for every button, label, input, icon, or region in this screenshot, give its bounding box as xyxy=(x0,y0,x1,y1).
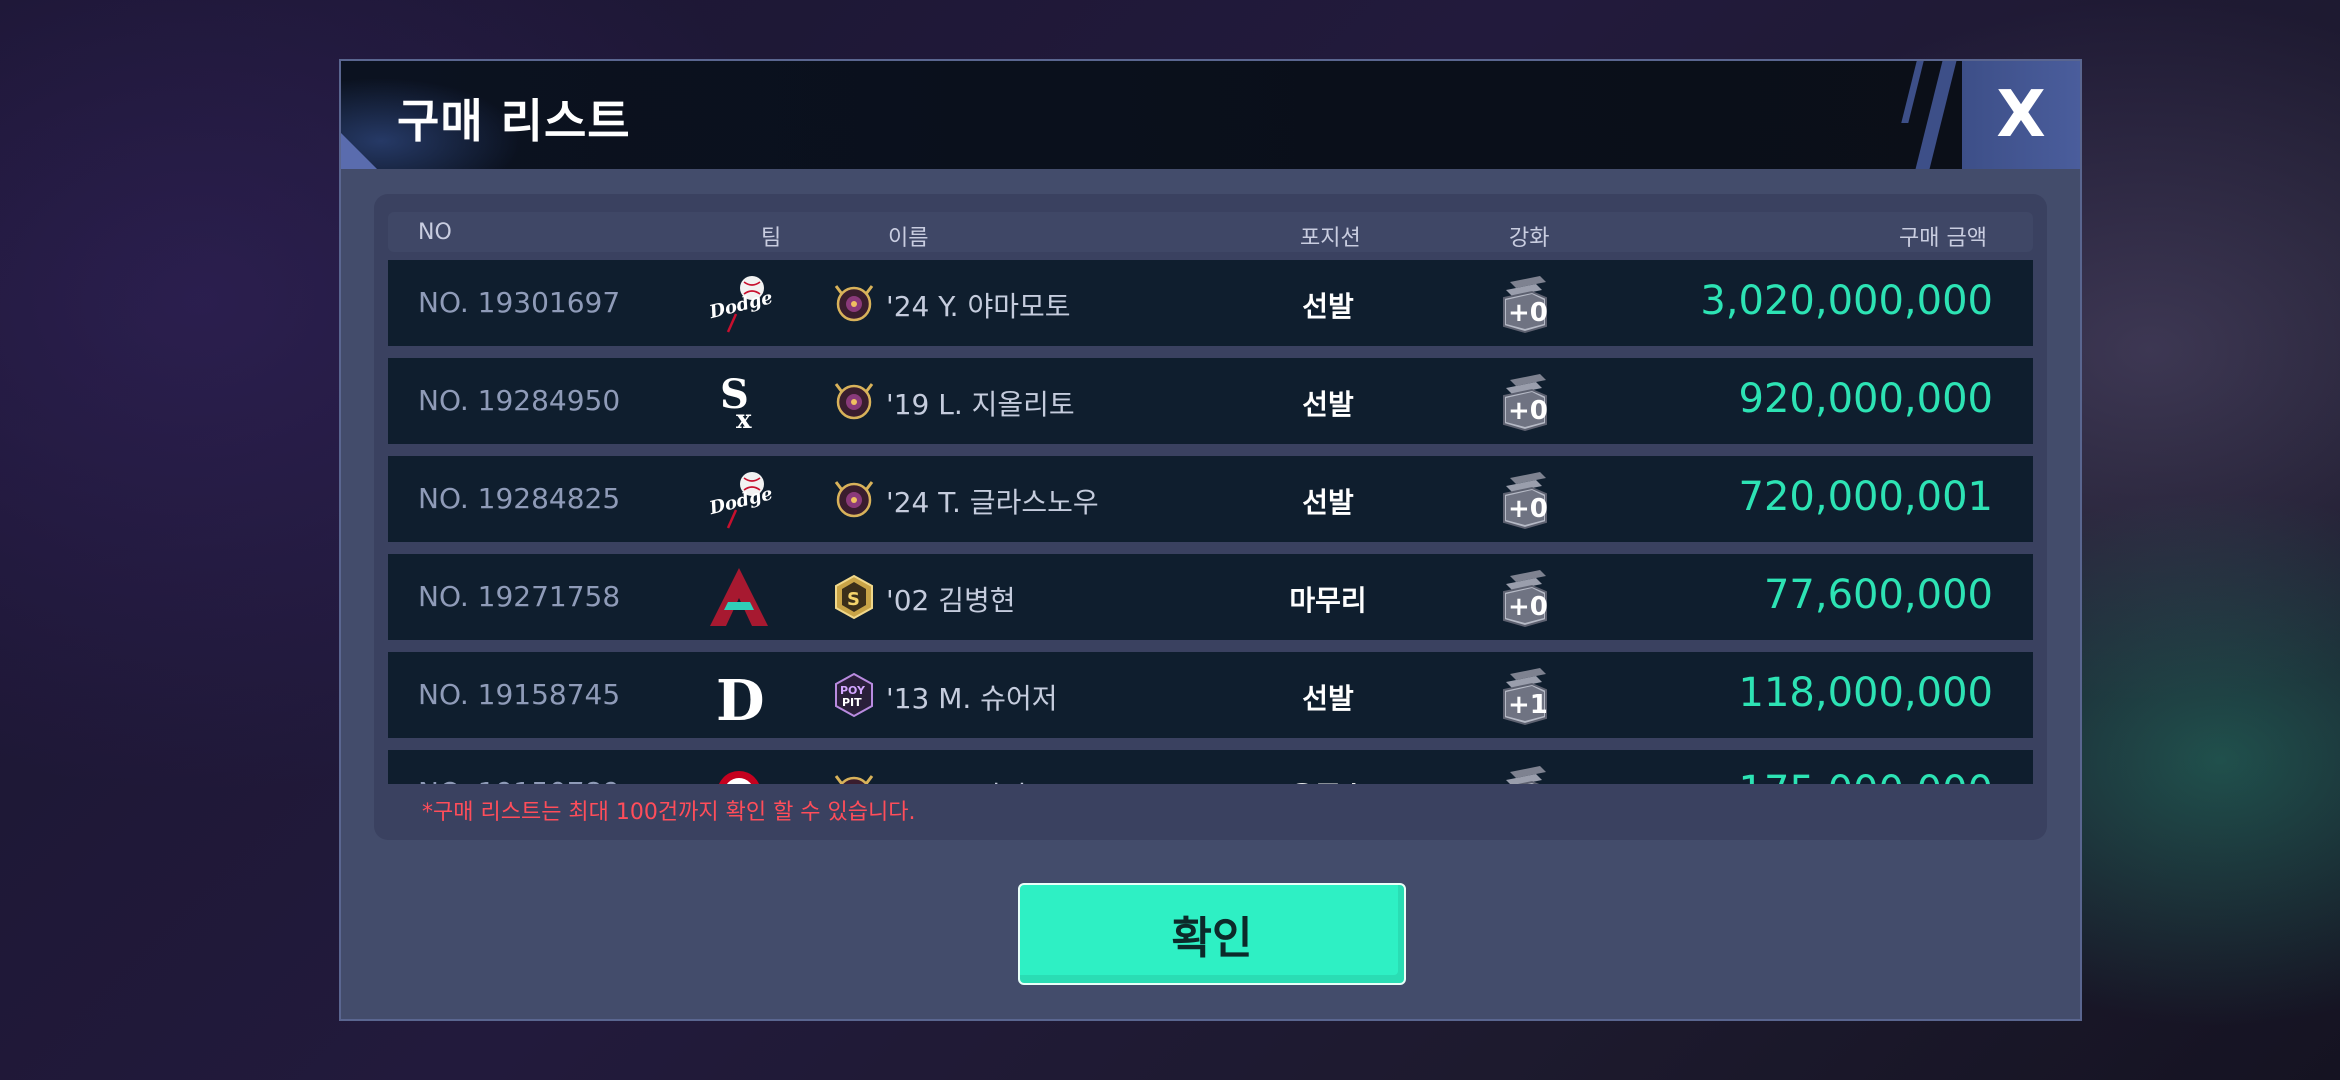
player-name: '24 Y. 야마모토 xyxy=(886,290,1071,323)
poy-pit-badge-icon: POY PIT xyxy=(832,672,876,718)
dialog-header: 구매 리스트 X xyxy=(341,61,2080,169)
enhance-level: +0 xyxy=(1508,494,1548,524)
svg-text:Dodgers: Dodgers xyxy=(706,478,772,519)
reds-logo-icon: C xyxy=(706,760,772,784)
purchase-list-panel: NO 팀 이름 포지션 강화 구매 금액 NO. 19301697 Dodger… xyxy=(374,194,2047,840)
white-sox-logo-icon: Sx xyxy=(706,368,772,434)
enhance-level: +1 xyxy=(1508,690,1548,720)
player-position: 선발 xyxy=(1302,290,1354,323)
enhance-level: +0 xyxy=(1508,592,1548,622)
bull-badge-icon xyxy=(832,280,876,326)
purchase-number: NO. 19284950 xyxy=(418,384,621,417)
enhance-level: +0 xyxy=(1508,396,1548,426)
bull-badge-icon xyxy=(832,476,876,522)
table-row[interactable]: NO. 19271758 S '02 김병현 마무리 +0 77,600,000 xyxy=(388,554,2033,640)
player-position: 마무리 xyxy=(1289,584,1367,617)
player-name: '19 L. 지올리토 xyxy=(886,388,1075,421)
header-price: 구매 금액 xyxy=(1899,226,1987,251)
header-team: 팀 xyxy=(761,226,782,251)
svg-text:S: S xyxy=(847,589,860,610)
purchase-number: NO. 19301697 xyxy=(418,286,621,319)
purchase-number: NO. 19158745 xyxy=(418,678,621,711)
player-name: '13 M. 슈어저 xyxy=(886,682,1058,715)
purchase-list-notice: *구매 리스트는 최대 100건까지 확인 할 수 있습니다. xyxy=(422,800,916,825)
player-name: '21 B. 디비스 xyxy=(886,775,1053,784)
s-badge-icon: S xyxy=(832,574,876,620)
tigers-logo-icon: D xyxy=(706,662,772,728)
player-position: 선발 xyxy=(1302,388,1354,421)
table-row[interactable]: NO. 19158745 D POY PIT '13 M. 슈어저 선발 +1 1… xyxy=(388,652,2033,738)
table-row[interactable]: NO. 19301697 Dodgers '24 Y. 야마모토 선발 +0 3… xyxy=(388,260,2033,346)
player-position: 선발 xyxy=(1302,486,1354,519)
header-stripe xyxy=(1901,61,1924,123)
header-position: 포지션 xyxy=(1300,226,1361,251)
confirm-button[interactable]: 확인 xyxy=(1018,883,1406,985)
header-no: NO xyxy=(418,220,452,245)
purchase-price: 3,020,000,000 xyxy=(1700,278,1993,324)
header-name: 이름 xyxy=(888,226,929,251)
purchase-price: 77,600,000 xyxy=(1763,572,1993,618)
enhance-level-icon: +1 xyxy=(1496,664,1554,726)
dodgers-logo-icon: Dodgers xyxy=(706,466,772,532)
svg-text:x: x xyxy=(736,405,752,434)
enhance-level: +0 xyxy=(1508,298,1548,328)
dialog-title: 구매 리스트 xyxy=(397,94,631,148)
player-position: 우중수 xyxy=(1238,775,1418,784)
table-row[interactable]: NO. 19284825 Dodgers '24 T. 글라스노우 선발 +0 … xyxy=(388,456,2033,542)
purchase-number: NO. 19271758 xyxy=(418,580,621,613)
enhance-level-icon: +0 xyxy=(1496,762,1554,784)
header-enhance: 강화 xyxy=(1509,226,1550,251)
diamondbacks-logo-icon xyxy=(706,564,772,630)
table-row[interactable]: NO. 19150789 C '21 B. 디비스 우중수 +0 175,000… xyxy=(388,750,2033,784)
player-position: 선발 xyxy=(1302,682,1354,715)
header-stripe xyxy=(1915,61,1957,169)
header-corner-decoration xyxy=(341,133,377,169)
player-name: '24 T. 글라스노우 xyxy=(886,486,1099,519)
purchase-price: 175,000,000 xyxy=(1739,768,1993,784)
svg-text:Dodgers: Dodgers xyxy=(706,282,772,323)
svg-text:D: D xyxy=(716,668,765,728)
table-row[interactable]: NO. 19284950 Sx '19 L. 지올리토 선발 +0 920,00… xyxy=(388,358,2033,444)
table-header: NO 팀 이름 포지션 강화 구매 금액 xyxy=(388,212,2033,252)
purchase-price: 920,000,000 xyxy=(1738,376,1993,422)
player-name: '02 김병현 xyxy=(886,584,1016,617)
purchase-list-scroll[interactable]: NO. 19301697 Dodgers '24 Y. 야마모토 선발 +0 3… xyxy=(388,260,2033,784)
purchase-number: NO. 19284825 xyxy=(418,482,621,515)
svg-text:C: C xyxy=(731,782,746,784)
enhance-level-icon: +0 xyxy=(1496,370,1554,432)
bull-badge-icon xyxy=(832,378,876,424)
dodgers-logo-icon: Dodgers xyxy=(706,270,772,336)
purchase-price: 720,000,001 xyxy=(1738,474,1993,520)
purchase-number: NO. 19150789 xyxy=(418,776,620,784)
close-button[interactable]: X xyxy=(1962,61,2080,169)
close-icon: X xyxy=(1996,78,2046,152)
purchase-list-dialog: 구매 리스트 X NO 팀 이름 포지션 강화 구매 금액 NO. 193016… xyxy=(339,59,2082,1021)
enhance-level-icon: +0 xyxy=(1496,566,1554,628)
bull-badge-icon xyxy=(832,770,876,784)
enhance-level-icon: +0 xyxy=(1496,272,1554,334)
purchase-price: 118,000,000 xyxy=(1738,670,1993,716)
svg-text:PIT: PIT xyxy=(842,696,862,709)
confirm-button-label: 확인 xyxy=(1171,913,1253,964)
enhance-level-icon: +0 xyxy=(1496,468,1554,530)
